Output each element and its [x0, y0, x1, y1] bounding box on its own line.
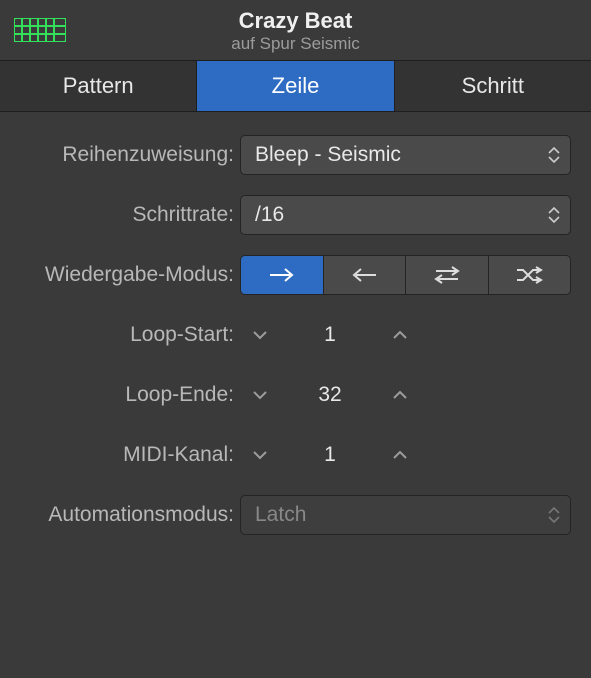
- row-automationmode: Automationsmodus: Latch: [12, 494, 571, 536]
- shuffle-icon: [514, 265, 544, 285]
- midichannel-decrement[interactable]: [240, 435, 280, 475]
- arrows-left-right-icon: [432, 265, 462, 285]
- chevron-up-icon: [392, 389, 408, 401]
- row-loopstart: Loop-Start: 1: [12, 314, 571, 356]
- tab-label: Pattern: [63, 73, 134, 98]
- midichannel-label: MIDI-Kanal:: [12, 443, 240, 467]
- content: Reihenzuweisung: Bleep - Seismic Schritt…: [0, 112, 591, 574]
- row-midichannel: MIDI-Kanal: 1: [12, 434, 571, 476]
- tab-pattern[interactable]: Pattern: [0, 61, 197, 111]
- midichannel-stepper[interactable]: 1: [240, 435, 420, 475]
- loopstart-value[interactable]: 1: [280, 323, 380, 347]
- chevron-down-icon: [252, 329, 268, 341]
- playmode-forward-button[interactable]: [241, 256, 324, 294]
- assignment-label: Reihenzuweisung:: [12, 143, 240, 167]
- updown-stepper-icon: [548, 206, 560, 224]
- loopend-stepper[interactable]: 32: [240, 375, 420, 415]
- tab-label: Schritt: [462, 73, 524, 98]
- loopend-increment[interactable]: [380, 375, 420, 415]
- row-assignment: Reihenzuweisung: Bleep - Seismic: [12, 134, 571, 176]
- updown-stepper-icon: [548, 146, 560, 164]
- assignment-select[interactable]: Bleep - Seismic: [240, 135, 571, 175]
- loopstart-stepper[interactable]: 1: [240, 315, 420, 355]
- automationmode-label: Automationsmodus:: [12, 503, 240, 527]
- automationmode-select[interactable]: Latch: [240, 495, 571, 535]
- steprate-select[interactable]: /16: [240, 195, 571, 235]
- page-title: Crazy Beat: [12, 8, 579, 34]
- assignment-value: Bleep - Seismic: [255, 143, 401, 167]
- arrow-left-icon: [350, 266, 378, 284]
- playmode-label: Wiedergabe-Modus:: [12, 263, 240, 287]
- row-steprate: Schrittrate: /16: [12, 194, 571, 236]
- header: Crazy Beat auf Spur Seismic: [0, 0, 591, 61]
- tab-zeile[interactable]: Zeile: [197, 61, 394, 111]
- loopstart-label: Loop-Start:: [12, 323, 240, 347]
- loopstart-increment[interactable]: [380, 315, 420, 355]
- row-loopend: Loop-Ende: 32: [12, 374, 571, 416]
- loopend-value[interactable]: 32: [280, 383, 380, 407]
- loopend-decrement[interactable]: [240, 375, 280, 415]
- steprate-value: /16: [255, 203, 284, 227]
- loopend-label: Loop-Ende:: [12, 383, 240, 407]
- playmode-segmented: [240, 255, 571, 295]
- steprate-label: Schrittrate:: [12, 203, 240, 227]
- tab-bar: Pattern Zeile Schritt: [0, 61, 591, 112]
- midichannel-increment[interactable]: [380, 435, 420, 475]
- chevron-up-icon: [392, 329, 408, 341]
- page-subtitle: auf Spur Seismic: [12, 34, 579, 54]
- playmode-backward-button[interactable]: [324, 256, 407, 294]
- tab-schritt[interactable]: Schritt: [395, 61, 591, 111]
- tab-label: Zeile: [272, 73, 320, 98]
- chevron-down-icon: [252, 389, 268, 401]
- playmode-random-button[interactable]: [489, 256, 571, 294]
- row-playmode: Wiedergabe-Modus:: [12, 254, 571, 296]
- arrow-right-icon: [268, 266, 296, 284]
- automationmode-value: Latch: [255, 503, 306, 527]
- chevron-up-icon: [392, 449, 408, 461]
- chevron-down-icon: [252, 449, 268, 461]
- sequencer-grid-icon: [14, 18, 66, 42]
- midichannel-value[interactable]: 1: [280, 443, 380, 467]
- updown-stepper-icon: [548, 506, 560, 524]
- playmode-pingpong-button[interactable]: [406, 256, 489, 294]
- loopstart-decrement[interactable]: [240, 315, 280, 355]
- step-sequencer-row-inspector: Crazy Beat auf Spur Seismic Pattern Zeil…: [0, 0, 591, 678]
